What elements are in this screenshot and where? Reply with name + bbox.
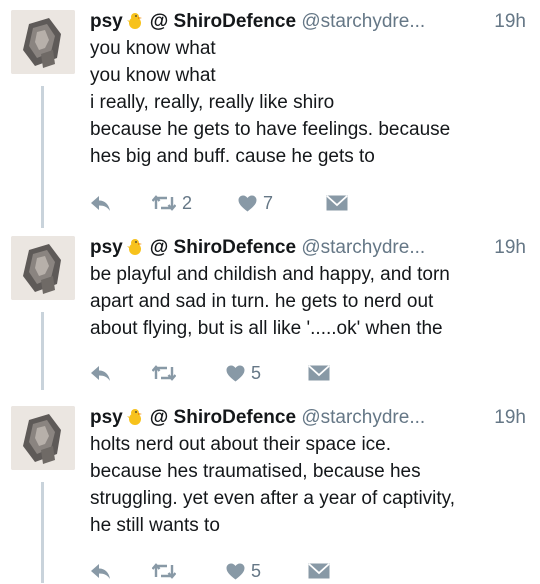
text-line: struggling. yet even after a year of cap… [90, 488, 456, 509]
chick-emoji-icon [126, 12, 144, 37]
direct-message-button[interactable] [308, 360, 330, 386]
tweet-header: psy @ ShiroDefence @starchydre... 19h [90, 10, 526, 34]
text-line: he still wants to [90, 515, 220, 536]
handle[interactable]: @starchydre... [301, 407, 425, 428]
reply-button[interactable] [90, 558, 112, 584]
username[interactable]: @ ShiroDefence [150, 237, 296, 258]
retweet-button[interactable] [152, 360, 182, 386]
text-line: hes big and buff. cause he gets to [90, 146, 375, 167]
retweet-count: 2 [182, 192, 193, 213]
retweet-icon [152, 194, 176, 212]
like-button[interactable]: 5 [226, 558, 261, 584]
display-name[interactable]: psy [90, 237, 123, 258]
timestamp[interactable]: 19h [494, 406, 526, 430]
direct-message-button[interactable] [308, 558, 330, 584]
avatar[interactable] [11, 10, 75, 74]
like-count: 5 [251, 560, 262, 581]
tweet-actions: 2 7 [90, 190, 370, 216]
like-count: 5 [251, 362, 262, 383]
tweet-text: be playful and childish and happy, and t… [90, 261, 450, 342]
reply-icon [90, 194, 112, 212]
text-line: be playful and childish and happy, and t… [90, 264, 450, 285]
tweet-actions: 5 [90, 558, 370, 584]
display-name[interactable]: psy [90, 407, 123, 428]
retweet-button[interactable]: 2 [152, 190, 192, 216]
reply-icon [90, 364, 112, 382]
text-line: because hes traumatised, because hes [90, 461, 421, 482]
retweet-button[interactable] [152, 558, 182, 584]
text-line: you know what [90, 65, 216, 86]
tweet-text: holts nerd out about their space ice. be… [90, 431, 455, 539]
username[interactable]: @ ShiroDefence [150, 407, 296, 428]
like-button[interactable]: 7 [238, 190, 273, 216]
envelope-icon [308, 365, 330, 381]
handle[interactable]: @starchydre... [301, 11, 425, 32]
avatar[interactable] [11, 406, 75, 470]
chick-emoji-icon [126, 408, 144, 433]
reply-button[interactable] [90, 190, 112, 216]
thread-line [41, 482, 44, 583]
retweet-icon [152, 562, 176, 580]
tweet-1[interactable]: psy @ ShiroDefence @starchydre... 19h you… [0, 10, 540, 228]
timestamp[interactable]: 19h [494, 10, 526, 34]
tweet-header: psy @ ShiroDefence @starchydre... 19h [90, 406, 526, 430]
like-count: 7 [263, 192, 274, 213]
envelope-icon [308, 563, 330, 579]
chick-emoji-icon [126, 238, 144, 263]
heart-icon [226, 563, 245, 580]
text-line: i really, really, really like shiro [90, 92, 335, 113]
heart-icon [226, 365, 245, 382]
tweet-2[interactable]: psy @ ShiroDefence @starchydre... 19h be … [0, 236, 540, 390]
handle[interactable]: @starchydre... [301, 237, 425, 258]
heart-icon [238, 195, 257, 212]
text-line: apart and sad in turn. he gets to nerd o… [90, 291, 434, 312]
tweet-3[interactable]: psy @ ShiroDefence @starchydre... 19h hol… [0, 406, 540, 583]
avatar[interactable] [11, 236, 75, 300]
text-line: you know what [90, 38, 216, 59]
envelope-icon [326, 195, 348, 211]
username[interactable]: @ ShiroDefence [150, 11, 296, 32]
reply-icon [90, 562, 112, 580]
thread-line [41, 312, 44, 390]
text-line: because he gets to have feelings. becaus… [90, 119, 451, 140]
thread-line [41, 86, 44, 228]
tweet-actions: 5 [90, 360, 370, 386]
tweet-header: psy @ ShiroDefence @starchydre... 19h [90, 236, 526, 260]
timestamp[interactable]: 19h [494, 236, 526, 260]
text-line: about flying, but is all like '.....ok' … [90, 318, 443, 339]
like-button[interactable]: 5 [226, 360, 261, 386]
direct-message-button[interactable] [326, 190, 348, 216]
tweet-text: you know what you know what i really, re… [90, 35, 450, 170]
retweet-icon [152, 364, 176, 382]
display-name[interactable]: psy [90, 11, 123, 32]
reply-button[interactable] [90, 360, 112, 386]
text-line: holts nerd out about their space ice. [90, 434, 392, 455]
